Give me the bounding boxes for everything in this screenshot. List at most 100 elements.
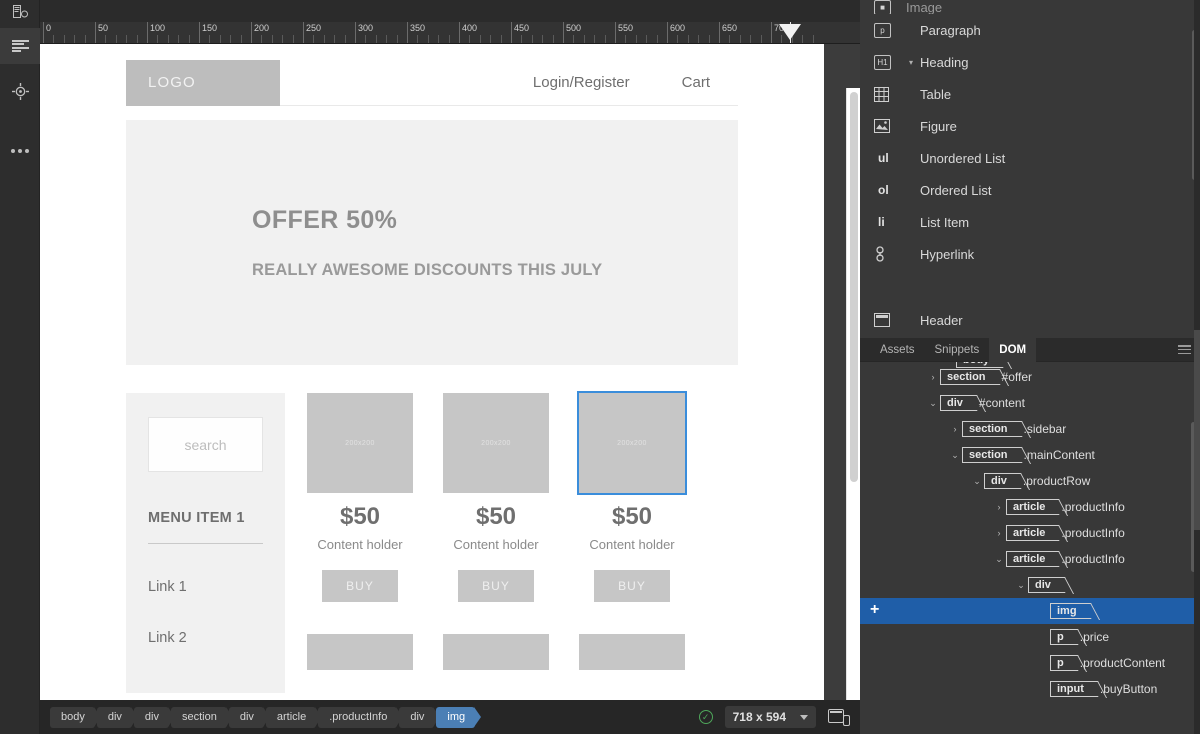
dom-node-offer[interactable]: › section #offer — [860, 364, 1200, 390]
insert-item-header[interactable]: Header — [860, 304, 1200, 336]
product-card[interactable]: 200x200 $50 Content holder BUY — [443, 393, 549, 602]
insert-item-list-item[interactable]: li List Item — [860, 206, 1200, 238]
product-card[interactable]: 200x200 $50 Content holder BUY — [307, 393, 413, 602]
split-view-icon[interactable] — [0, 28, 40, 64]
disclosure-triangle-icon[interactable]: ⌄ — [926, 398, 940, 409]
dom-tag: section — [962, 447, 1014, 463]
dom-tag: div — [940, 395, 969, 411]
product-image[interactable]: 200x200 — [443, 393, 549, 493]
chevron-down-icon[interactable] — [800, 714, 808, 720]
tab-assets[interactable]: Assets — [870, 338, 925, 362]
insert-item-paragraph[interactable]: p Paragraph — [860, 14, 1200, 46]
insert-item-heading[interactable]: H1 ▾ Heading — [860, 46, 1200, 78]
disclosure-triangle-icon[interactable]: › — [992, 528, 1006, 538]
dom-node-buyButton[interactable]: input .buyButton — [860, 676, 1200, 702]
panel-edge-thumb[interactable] — [1194, 330, 1200, 530]
dom-node-mainContent[interactable]: ⌄ section .mainContent — [860, 442, 1200, 468]
product-card-selected[interactable]: 200x200 $50 Content holder BUY — [577, 391, 687, 602]
product-image[interactable] — [579, 634, 685, 670]
disclosure-triangle-icon[interactable]: ⌄ — [948, 450, 962, 461]
disclosure-triangle-icon[interactable]: ⌄ — [1014, 580, 1028, 591]
horizontal-ruler[interactable]: 0 50 100 150 200 250 300 350 400 450 500 550 600 650 7… — [40, 22, 860, 44]
buy-button[interactable]: BUY — [458, 570, 534, 602]
insert-item-ordered-list[interactable]: ol Ordered List — [860, 174, 1200, 206]
product-image[interactable] — [307, 634, 413, 670]
dom-node-productContent[interactable]: p .productContent — [860, 650, 1200, 676]
product-content: Content holder — [589, 537, 675, 552]
product-image[interactable]: 200x200 — [307, 393, 413, 493]
product-card[interactable] — [307, 634, 413, 670]
breadcrumb[interactable]: body div div section div article .productInfo d… — [50, 706, 481, 728]
screen-size-icon[interactable] — [828, 708, 850, 726]
breadcrumb-item-div[interactable]: div — [133, 706, 176, 728]
more-tools-icon[interactable] — [0, 134, 40, 168]
dom-node-productInfo[interactable]: ⌄ article .productInfo — [860, 546, 1200, 572]
sidebar-link-1[interactable]: Link 1 — [148, 579, 263, 595]
add-node-button[interactable]: + — [870, 602, 879, 618]
breadcrumb-item-article[interactable]: article — [265, 706, 323, 728]
dom-node-content[interactable]: ⌄ div #content — [860, 390, 1200, 416]
insert-item-table[interactable]: Table — [860, 78, 1200, 110]
ruler-minor-tick — [230, 35, 232, 43]
search-input[interactable]: search — [148, 417, 263, 472]
dom-node-div[interactable]: ⌄ div — [860, 572, 1200, 598]
tab-snippets[interactable]: Snippets — [925, 338, 990, 362]
ruler-width-marker[interactable] — [778, 24, 801, 40]
code-view-icon[interactable] — [0, 0, 40, 22]
insert-item-figure[interactable]: Figure — [860, 110, 1200, 142]
site-logo[interactable]: LOGO — [126, 59, 280, 106]
disclosure-triangle-icon[interactable]: › — [926, 372, 940, 382]
canvas-vertical-scrollbar[interactable] — [846, 88, 860, 700]
breadcrumb-item-div[interactable]: div — [399, 706, 441, 728]
breadcrumb-item-img[interactable]: img — [436, 706, 481, 728]
ruler-minor-tick — [136, 35, 138, 43]
buy-button[interactable]: BUY — [322, 570, 398, 602]
ruler-minor-tick — [313, 35, 315, 43]
panel-edge-scrollbar[interactable] — [1194, 0, 1200, 734]
disclosure-triangle-icon[interactable]: ⌄ — [970, 476, 984, 487]
insert-item-hyperlink[interactable]: Hyperlink — [860, 238, 1200, 270]
insert-panel[interactable]: ■ Image p Paragraph H1 ▾ Heading Table Figure ul U… — [860, 0, 1200, 338]
panel-menu-icon[interactable] — [1178, 345, 1191, 354]
dom-node-productRow[interactable]: ⌄ div .productRow — [860, 468, 1200, 494]
text-glyph: ul — [878, 151, 889, 165]
dom-selector: .productContent — [1079, 656, 1166, 670]
insert-item-label: Paragraph — [920, 22, 981, 38]
disclosure-triangle-icon[interactable]: ⌄ — [992, 554, 1006, 565]
dom-tree[interactable]: body›section#offer⌄div#content›section.s… — [860, 362, 1200, 734]
dom-selector: .productRow — [1022, 474, 1091, 488]
disclosure-triangle-icon[interactable]: › — [992, 502, 1006, 512]
sidebar-link-2[interactable]: Link 2 — [148, 630, 263, 646]
dom-node-img[interactable]: + img — [860, 598, 1200, 624]
product-image[interactable] — [443, 634, 549, 670]
nav-link-cart[interactable]: Cart — [682, 74, 710, 91]
breadcrumb-item-productinfo[interactable]: .productInfo — [318, 706, 404, 728]
chevron-down-icon[interactable]: ▾ — [904, 58, 918, 67]
dom-node-productInfo[interactable]: › article .productInfo — [860, 520, 1200, 546]
breadcrumb-item-div[interactable]: div — [96, 706, 138, 728]
buy-button[interactable]: BUY — [594, 570, 670, 602]
disclosure-triangle-icon[interactable]: › — [948, 424, 962, 434]
insert-item-unordered-list[interactable]: ul Unordered List — [860, 142, 1200, 174]
ruler-minor-tick — [812, 35, 814, 43]
dom-panel-tabs[interactable]: Assets Snippets DOM — [860, 337, 1200, 362]
dreamweaver-window: 0 50 100 150 200 250 300 350 400 450 500 550 600 650 7… — [0, 0, 1200, 734]
lines-glyph — [11, 40, 29, 52]
canvas-scroll-thumb[interactable] — [850, 92, 858, 482]
text-icon: li — [874, 215, 904, 229]
nav-link-login-register[interactable]: Login/Register — [533, 74, 630, 91]
dom-node-price[interactable]: p .price — [860, 624, 1200, 650]
breadcrumb-item-body[interactable]: body — [50, 706, 101, 728]
product-image-selected[interactable]: 200x200 — [577, 391, 687, 495]
breadcrumb-item-section[interactable]: section — [170, 706, 233, 728]
live-preview-icon[interactable] — [0, 74, 40, 108]
dom-node-sidebar[interactable]: › section .sidebar — [860, 416, 1200, 442]
product-card[interactable] — [579, 634, 685, 670]
window-size-selector[interactable]: 718 x 594 — [724, 706, 816, 728]
breadcrumb-item-div[interactable]: div — [228, 706, 270, 728]
insert-item-image-partial[interactable]: ■ Image — [860, 0, 1200, 14]
tab-dom[interactable]: DOM — [989, 337, 1037, 362]
validation-icon[interactable]: ✓ — [698, 710, 713, 724]
product-card[interactable] — [443, 634, 549, 670]
dom-node-productInfo[interactable]: › article .productInfo — [860, 494, 1200, 520]
